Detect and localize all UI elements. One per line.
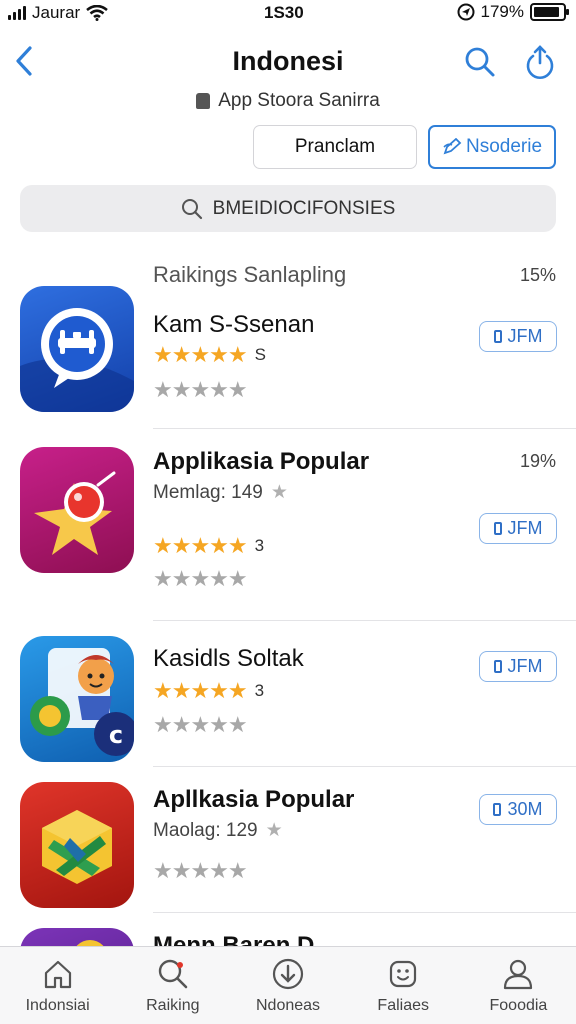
secondary-stars: ★★★★★ [153,566,248,591]
row-divider [153,620,576,621]
search-placeholder: BMEIDIOCIFONSIES [212,197,396,219]
edit-icon [443,138,462,155]
segment-left-label: Pranclam [294,136,376,157]
get-button-label: 30M [507,799,543,819]
tab-label: Raiking [146,997,200,1014]
home-icon [44,960,71,989]
carrier-label: Jaurar [32,3,81,22]
rating-count: S [254,345,266,364]
row-divider [153,912,576,913]
signal-icon [8,6,26,20]
rating-stars: ★★★★★ S [153,342,266,367]
wifi-icon [86,5,108,21]
status-bar: Jaurar 1S30 179% [0,0,576,28]
secondary-stars: ★★★★★ [153,858,248,883]
download-icon [272,958,304,990]
tab-raiking[interactable]: Raiking [115,947,230,1024]
tab-ndoneas[interactable]: Ndoneas [230,947,345,1024]
row-divider [153,428,576,429]
secondary-stars: ★★★★★ [153,712,248,737]
segment-right-label: Nsoderie [465,136,543,157]
section-percent: 15% [519,265,556,285]
tab-indonsiai[interactable]: Indonsiai [0,947,115,1024]
star-icon: ★ [265,820,283,841]
tab-faliaes[interactable]: Faliaes [346,947,461,1024]
status-left: Jaurar [8,3,108,23]
app-name[interactable]: Applikasia Popular [153,448,369,476]
status-time: 1S30 [264,3,304,22]
apps-icon [390,960,417,988]
search-input[interactable]: BMEIDIOCIFONSIES [20,185,556,232]
share-icon[interactable] [524,44,556,80]
battery-percent: 179% [480,2,524,21]
rating-stars: ★★★★★ 3 [153,678,265,703]
get-button[interactable]: 30M [479,794,557,825]
app-percent: 19% [519,451,556,471]
search-icon [158,959,188,989]
tab-label: Ndoneas [255,997,321,1014]
app-name[interactable]: Apllkasia Popular [153,786,354,814]
app-name[interactable]: Kasidls Soltak [153,645,304,673]
rocket-star-icon [20,447,134,573]
cube-icon [20,782,134,908]
game-character-icon: c [20,636,134,762]
get-button[interactable]: JFM [479,513,557,544]
segment-nsoderie-button[interactable]: Nsoderie [428,125,556,169]
row-divider [153,766,576,767]
tab-bar: Indonsiai Raiking Ndoneas Faliaes Fooodi… [0,946,576,1024]
store-icon [196,93,211,109]
get-button-label: JFM [507,656,543,676]
segment-pranclam-button[interactable]: Pranclam [253,125,417,169]
section-title: Raikings Sanlapling [153,262,347,287]
get-button-label: JFM [507,326,543,346]
tab-label: Indonsiai [25,997,90,1014]
tab-fooodia[interactable]: Fooodia [461,947,576,1024]
get-button-label: JFM [507,518,543,538]
store-subtitle: App Stoora Sanirra [0,90,576,112]
app-name[interactable]: Kam S-Ssenan [153,311,314,339]
status-right: 179% [457,2,569,22]
battery-icon [530,3,569,21]
chat-bubble-icon [20,286,134,412]
rating-count: 3 [254,536,265,555]
get-button[interactable]: JFM [479,321,557,352]
search-field-icon [181,198,202,219]
svg-text:c: c [109,721,123,749]
app-meta-text: Maolag: 129 [153,819,258,841]
tab-label: Fooodia [489,997,548,1014]
get-button[interactable]: JFM [479,651,557,682]
star-icon: ★ [270,482,288,503]
rating-count: 3 [254,681,265,700]
store-subtitle-text: App Stoora Sanirra [218,90,380,111]
app-meta-text: Memlag: 149 [153,481,263,503]
app-meta: Memlag: 149 ★ [153,481,288,504]
app-meta: Maolag: 129 ★ [153,819,283,842]
tab-label: Faliaes [377,997,429,1014]
location-icon [457,3,475,21]
profile-icon [504,959,533,990]
search-icon[interactable] [464,46,496,78]
rating-stars: ★★★★★ 3 [153,533,265,558]
secondary-stars: ★★★★★ [153,377,248,402]
